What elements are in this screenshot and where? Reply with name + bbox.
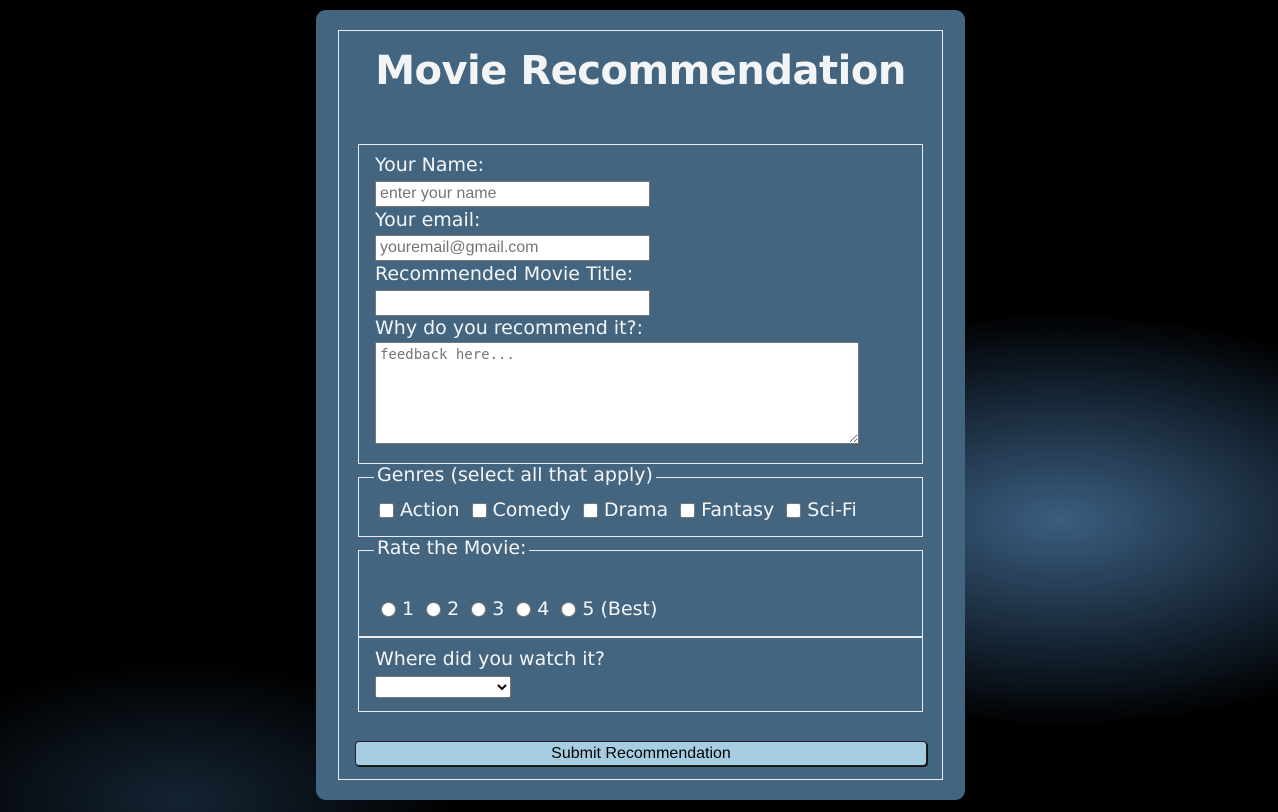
movie-title-input[interactable] [375, 290, 650, 316]
rating-options: 1 2 3 4 5 (Best) [381, 598, 669, 620]
name-input[interactable] [375, 181, 650, 207]
genres-options: Action Comedy Drama Fantasy Sci-Fi [379, 499, 869, 521]
rating-radio-4[interactable] [516, 601, 532, 617]
name-label: Your Name: [375, 154, 485, 176]
page-title: Movie Recommendation [375, 48, 906, 94]
genres-fieldset: Genres (select all that apply) Action Co… [358, 464, 923, 537]
email-input[interactable] [375, 235, 650, 261]
details-section: Your Name: Your email: Recommended Movie… [358, 144, 923, 464]
rating-legend: Rate the Movie: [374, 537, 530, 559]
watch-location-select[interactable] [375, 676, 511, 698]
genre-checkbox-comedy[interactable] [471, 502, 487, 518]
rating-radio-1[interactable] [381, 601, 396, 617]
movie-title-label: Recommended Movie Title: [375, 263, 634, 285]
genre-option-fantasy[interactable]: Fantasy [680, 499, 774, 521]
genre-option-drama[interactable]: Drama [582, 499, 668, 521]
genres-legend: Genres (select all that apply) [374, 464, 656, 486]
rating-option-1[interactable]: 1 [381, 598, 414, 620]
genre-option-comedy[interactable]: Comedy [471, 499, 571, 521]
rating-radio-3[interactable] [471, 601, 487, 617]
rating-fieldset: Rate the Movie: 1 2 3 4 5 (Best) [358, 537, 923, 637]
rating-option-4[interactable]: 4 [516, 598, 549, 620]
rating-radio-2[interactable] [426, 601, 442, 617]
watch-location-label: Where did you watch it? [375, 648, 606, 670]
watch-location-section: Where did you watch it? [358, 637, 923, 712]
rating-option-5[interactable]: 5 (Best) [561, 598, 657, 620]
email-label: Your email: [375, 209, 481, 231]
rating-radio-5[interactable] [561, 601, 577, 617]
genre-checkbox-action[interactable] [379, 502, 394, 518]
feedback-textarea[interactable] [375, 342, 859, 444]
genre-checkbox-fantasy[interactable] [680, 502, 696, 518]
why-label: Why do you recommend it?: [375, 317, 644, 339]
submit-recommendation-button[interactable]: Submit Recommendation [355, 741, 927, 766]
genre-checkbox-scifi[interactable] [786, 502, 802, 518]
genre-checkbox-drama[interactable] [582, 502, 598, 518]
rating-option-2[interactable]: 2 [426, 598, 459, 620]
genre-option-action[interactable]: Action [379, 499, 460, 521]
form-card: Movie Recommendation Your Name: Your ema… [316, 10, 965, 800]
rating-option-3[interactable]: 3 [471, 598, 504, 620]
genre-option-scifi[interactable]: Sci-Fi [786, 499, 857, 521]
